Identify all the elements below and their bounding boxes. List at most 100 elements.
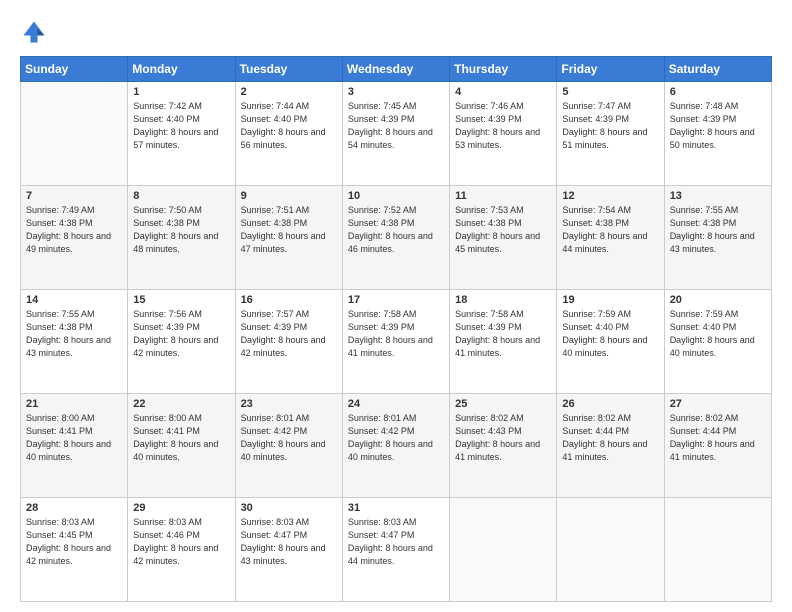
day-cell: 7 Sunrise: 7:49 AMSunset: 4:38 PMDaylight… <box>21 186 128 290</box>
day-number: 5 <box>562 86 658 98</box>
week-row-4: 21Sunrise: 8:00 AMSunset: 4:41 PMDayligh… <box>21 394 772 498</box>
day-cell: 30 Sunrise: 8:03 AMSunset: 4:47 PMDayligh… <box>235 498 342 602</box>
week-row-5: 28 Sunrise: 8:03 AMSunset: 4:45 PMDayligh… <box>21 498 772 602</box>
header <box>20 18 772 46</box>
calendar-body: 1Sunrise: 7:42 AMSunset: 4:40 PMDaylight… <box>21 82 772 602</box>
day-info: Sunrise: 8:00 AMSunset: 4:41 PMDaylight:… <box>26 413 111 462</box>
day-info: Sunrise: 7:48 AMSunset: 4:39 PMDaylight:… <box>670 101 755 150</box>
day-cell <box>664 498 771 602</box>
day-info: Sunrise: 8:01 AMSunset: 4:42 PMDaylight:… <box>348 413 433 462</box>
day-cell: 10 Sunrise: 7:52 AMSunset: 4:38 PMDayligh… <box>342 186 449 290</box>
day-cell: 5 Sunrise: 7:47 AMSunset: 4:39 PMDaylight… <box>557 82 664 186</box>
day-cell: 31 Sunrise: 8:03 AMSunset: 4:47 PMDayligh… <box>342 498 449 602</box>
day-info: Sunrise: 7:46 AMSunset: 4:39 PMDaylight:… <box>455 101 540 150</box>
day-number: 30 <box>241 502 337 514</box>
day-number: 24 <box>348 398 444 410</box>
page: SundayMondayTuesdayWednesdayThursdayFrid… <box>0 0 792 612</box>
weekday-friday: Friday <box>557 57 664 82</box>
day-info: Sunrise: 7:44 AMSunset: 4:40 PMDaylight:… <box>241 101 326 150</box>
day-cell <box>557 498 664 602</box>
day-cell: 27Sunrise: 8:02 AMSunset: 4:44 PMDayligh… <box>664 394 771 498</box>
day-number: 27 <box>670 398 766 410</box>
day-info: Sunrise: 8:03 AMSunset: 4:47 PMDaylight:… <box>241 517 326 566</box>
day-cell <box>21 82 128 186</box>
day-info: Sunrise: 8:02 AMSunset: 4:43 PMDaylight:… <box>455 413 540 462</box>
day-info: Sunrise: 8:01 AMSunset: 4:42 PMDaylight:… <box>241 413 326 462</box>
day-info: Sunrise: 7:58 AMSunset: 4:39 PMDaylight:… <box>348 309 433 358</box>
day-cell: 4 Sunrise: 7:46 AMSunset: 4:39 PMDaylight… <box>450 82 557 186</box>
weekday-header-row: SundayMondayTuesdayWednesdayThursdayFrid… <box>21 57 772 82</box>
day-number: 2 <box>241 86 337 98</box>
day-number: 13 <box>670 190 766 202</box>
weekday-tuesday: Tuesday <box>235 57 342 82</box>
day-info: Sunrise: 7:49 AMSunset: 4:38 PMDaylight:… <box>26 205 111 254</box>
day-number: 1 <box>133 86 229 98</box>
day-cell: 13 Sunrise: 7:55 AMSunset: 4:38 PMDayligh… <box>664 186 771 290</box>
day-number: 7 <box>26 190 122 202</box>
day-cell: 29Sunrise: 8:03 AMSunset: 4:46 PMDayligh… <box>128 498 235 602</box>
day-info: Sunrise: 7:54 AMSunset: 4:38 PMDaylight:… <box>562 205 647 254</box>
day-cell: 8 Sunrise: 7:50 AMSunset: 4:38 PMDaylight… <box>128 186 235 290</box>
weekday-monday: Monday <box>128 57 235 82</box>
day-number: 4 <box>455 86 551 98</box>
day-number: 9 <box>241 190 337 202</box>
day-number: 10 <box>348 190 444 202</box>
day-cell: 17 Sunrise: 7:58 AMSunset: 4:39 PMDayligh… <box>342 290 449 394</box>
day-info: Sunrise: 7:47 AMSunset: 4:39 PMDaylight:… <box>562 101 647 150</box>
day-info: Sunrise: 7:53 AMSunset: 4:38 PMDaylight:… <box>455 205 540 254</box>
day-number: 14 <box>26 294 122 306</box>
day-number: 19 <box>562 294 658 306</box>
week-row-3: 14 Sunrise: 7:55 AMSunset: 4:38 PMDayligh… <box>21 290 772 394</box>
day-info: Sunrise: 7:45 AMSunset: 4:39 PMDaylight:… <box>348 101 433 150</box>
day-number: 11 <box>455 190 551 202</box>
day-cell: 28 Sunrise: 8:03 AMSunset: 4:45 PMDayligh… <box>21 498 128 602</box>
day-cell: 11 Sunrise: 7:53 AMSunset: 4:38 PMDayligh… <box>450 186 557 290</box>
day-cell: 23 Sunrise: 8:01 AMSunset: 4:42 PMDayligh… <box>235 394 342 498</box>
day-cell: 14 Sunrise: 7:55 AMSunset: 4:38 PMDayligh… <box>21 290 128 394</box>
day-info: Sunrise: 8:03 AMSunset: 4:45 PMDaylight:… <box>26 517 111 566</box>
day-info: Sunrise: 8:02 AMSunset: 4:44 PMDaylight:… <box>562 413 647 462</box>
day-cell: 19 Sunrise: 7:59 AMSunset: 4:40 PMDayligh… <box>557 290 664 394</box>
week-row-2: 7 Sunrise: 7:49 AMSunset: 4:38 PMDaylight… <box>21 186 772 290</box>
day-number: 8 <box>133 190 229 202</box>
day-number: 15 <box>133 294 229 306</box>
day-number: 3 <box>348 86 444 98</box>
day-number: 28 <box>26 502 122 514</box>
day-cell: 15 Sunrise: 7:56 AMSunset: 4:39 PMDayligh… <box>128 290 235 394</box>
day-info: Sunrise: 7:55 AMSunset: 4:38 PMDaylight:… <box>670 205 755 254</box>
day-info: Sunrise: 7:51 AMSunset: 4:38 PMDaylight:… <box>241 205 326 254</box>
day-cell: 22 Sunrise: 8:00 AMSunset: 4:41 PMDayligh… <box>128 394 235 498</box>
day-cell: 16Sunrise: 7:57 AMSunset: 4:39 PMDayligh… <box>235 290 342 394</box>
day-info: Sunrise: 8:03 AMSunset: 4:47 PMDaylight:… <box>348 517 433 566</box>
day-number: 22 <box>133 398 229 410</box>
day-cell: 25Sunrise: 8:02 AMSunset: 4:43 PMDayligh… <box>450 394 557 498</box>
day-cell: 24 Sunrise: 8:01 AMSunset: 4:42 PMDayligh… <box>342 394 449 498</box>
day-number: 23 <box>241 398 337 410</box>
day-cell: 1Sunrise: 7:42 AMSunset: 4:40 PMDaylight… <box>128 82 235 186</box>
week-row-1: 1Sunrise: 7:42 AMSunset: 4:40 PMDaylight… <box>21 82 772 186</box>
day-cell: 26Sunrise: 8:02 AMSunset: 4:44 PMDayligh… <box>557 394 664 498</box>
day-info: Sunrise: 7:59 AMSunset: 4:40 PMDaylight:… <box>562 309 647 358</box>
day-info: Sunrise: 7:58 AMSunset: 4:39 PMDaylight:… <box>455 309 540 358</box>
day-cell: 12Sunrise: 7:54 AMSunset: 4:38 PMDayligh… <box>557 186 664 290</box>
day-number: 17 <box>348 294 444 306</box>
day-cell <box>450 498 557 602</box>
day-info: Sunrise: 7:56 AMSunset: 4:39 PMDaylight:… <box>133 309 218 358</box>
day-info: Sunrise: 8:00 AMSunset: 4:41 PMDaylight:… <box>133 413 218 462</box>
calendar-table: SundayMondayTuesdayWednesdayThursdayFrid… <box>20 56 772 602</box>
day-info: Sunrise: 7:50 AMSunset: 4:38 PMDaylight:… <box>133 205 218 254</box>
day-cell: 2 Sunrise: 7:44 AMSunset: 4:40 PMDaylight… <box>235 82 342 186</box>
day-info: Sunrise: 7:55 AMSunset: 4:38 PMDaylight:… <box>26 309 111 358</box>
day-number: 16 <box>241 294 337 306</box>
day-info: Sunrise: 8:03 AMSunset: 4:46 PMDaylight:… <box>133 517 218 566</box>
day-cell: 6 Sunrise: 7:48 AMSunset: 4:39 PMDaylight… <box>664 82 771 186</box>
day-cell: 21Sunrise: 8:00 AMSunset: 4:41 PMDayligh… <box>21 394 128 498</box>
day-number: 6 <box>670 86 766 98</box>
day-info: Sunrise: 7:52 AMSunset: 4:38 PMDaylight:… <box>348 205 433 254</box>
day-cell: 20Sunrise: 7:59 AMSunset: 4:40 PMDayligh… <box>664 290 771 394</box>
day-number: 18 <box>455 294 551 306</box>
weekday-wednesday: Wednesday <box>342 57 449 82</box>
day-number: 31 <box>348 502 444 514</box>
weekday-sunday: Sunday <box>21 57 128 82</box>
day-cell: 3 Sunrise: 7:45 AMSunset: 4:39 PMDaylight… <box>342 82 449 186</box>
